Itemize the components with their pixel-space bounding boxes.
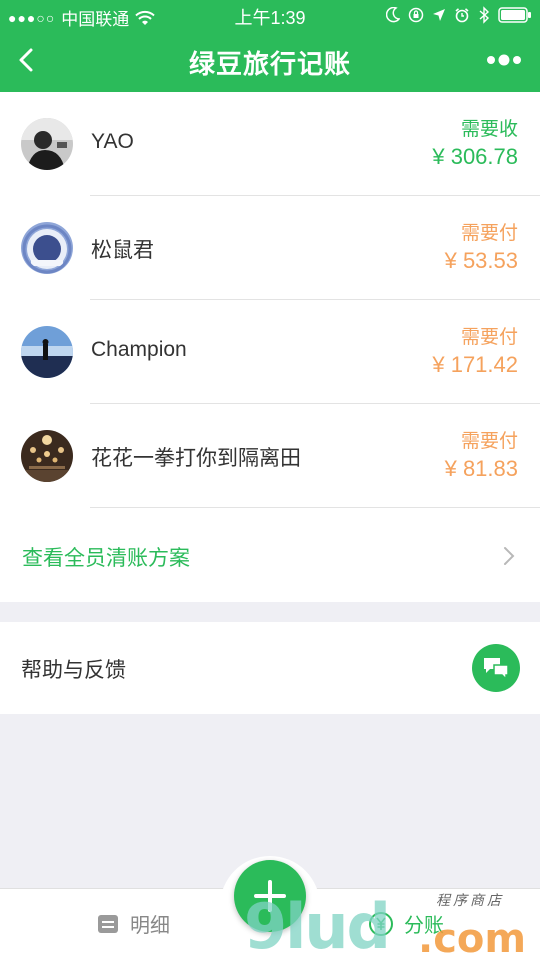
member-row[interactable]: 花花一拳打你到隔离田 需要付 ¥ 81.83	[0, 404, 540, 508]
member-row[interactable]: YAO 需要收 ¥ 306.78	[0, 92, 540, 196]
alarm-icon	[455, 8, 469, 23]
battery-icon	[498, 7, 531, 23]
tab-detail-label: 明细	[130, 915, 170, 937]
page-title: 绿豆旅行记账	[188, 49, 351, 79]
balance-status-label: 需要付	[460, 431, 518, 452]
member-name: 松鼠君	[91, 239, 154, 262]
help-feedback-label: 帮助与反馈	[21, 659, 126, 682]
balance-status-label: 需要付	[460, 327, 518, 348]
orientation-lock-icon	[408, 7, 424, 23]
yen-coin-icon	[369, 911, 393, 936]
moon-icon	[386, 7, 400, 23]
more-button[interactable]	[486, 52, 522, 68]
tab-split[interactable]: 分账	[368, 909, 444, 938]
tab-detail[interactable]: 明细	[96, 909, 170, 938]
nav-bar: 绿豆旅行记账	[0, 30, 540, 92]
list-icon	[98, 914, 118, 933]
add-record-button[interactable]	[234, 860, 306, 932]
status-bar: ●●●○○ 中国联通 上午1:39	[0, 0, 540, 30]
balance-status-label: 需要收	[460, 119, 518, 140]
plus-icon	[254, 880, 286, 912]
avatar	[21, 118, 73, 170]
member-row[interactable]: 松鼠君 需要付 ¥ 53.53	[0, 196, 540, 300]
location-icon	[433, 9, 445, 21]
status-right	[386, 6, 532, 24]
balance-amount: ¥ 81.83	[444, 456, 518, 481]
chat-bubbles-icon[interactable]	[472, 644, 520, 692]
member-row[interactable]: Champion 需要付 ¥ 171.42	[0, 300, 540, 404]
member-name: Champion	[91, 338, 187, 361]
member-name: YAO	[91, 130, 134, 153]
balance-amount: ¥ 53.53	[444, 248, 518, 273]
settle-plan-label: 查看全员清账方案	[22, 547, 190, 570]
avatar	[21, 222, 73, 274]
help-feedback-row[interactable]: 帮助与反馈	[0, 622, 540, 714]
member-name: 花花一拳打你到隔离田	[91, 447, 301, 470]
settle-plan-link[interactable]: 查看全员清账方案	[0, 508, 540, 602]
balance-amount: ¥ 171.42	[432, 352, 518, 377]
app-header: ●●●○○ 中国联通 上午1:39 绿豆旅行记账	[0, 0, 540, 92]
balance-amount: ¥ 306.78	[432, 144, 518, 169]
avatar	[21, 430, 73, 482]
balance-status-label: 需要付	[460, 223, 518, 244]
tab-split-label: 分账	[404, 915, 444, 937]
bluetooth-icon	[479, 6, 490, 24]
chevron-right-icon	[504, 547, 515, 565]
avatar	[21, 326, 73, 378]
member-list: YAO 需要收 ¥ 306.78 松鼠君 需要付 ¥ 53.53 Champio…	[0, 92, 540, 602]
